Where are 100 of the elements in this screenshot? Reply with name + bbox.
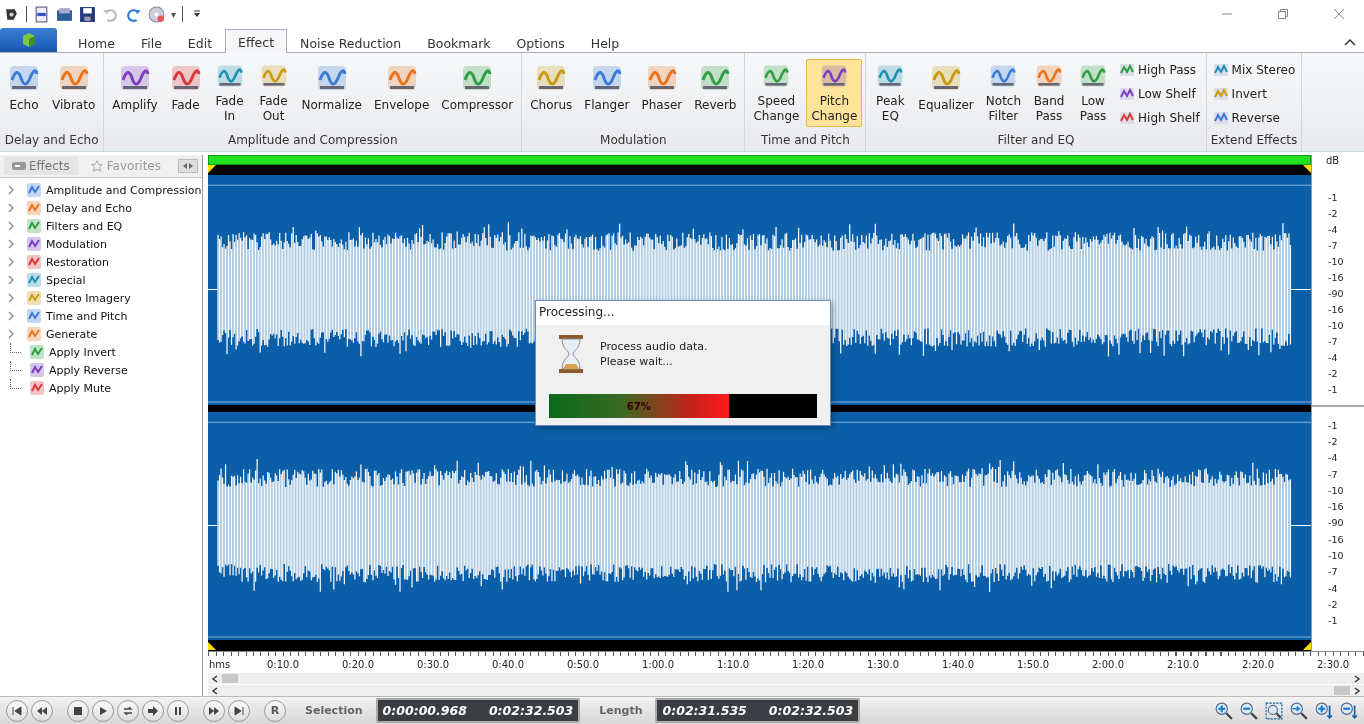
tree-item[interactable]: Filters and EQ: [46, 219, 123, 233]
close-icon[interactable]: [1333, 8, 1345, 20]
ribbon-button[interactable]: Normalize: [296, 59, 367, 127]
ribbon-button[interactable]: High Pass: [1116, 59, 1203, 81]
ribbon-button[interactable]: Low Pass: [1072, 59, 1115, 127]
time-label: 0:20.0: [342, 659, 375, 673]
new-file-icon[interactable]: [33, 5, 50, 23]
ribbon-button[interactable]: Chorus: [525, 59, 578, 127]
go-to-end-button[interactable]: [228, 699, 250, 722]
restore-icon[interactable]: [1277, 8, 1289, 20]
ribbon-button[interactable]: Flanger: [579, 59, 635, 127]
open-folder-icon[interactable]: [56, 5, 73, 23]
ribbon-tab[interactable]: Options: [503, 30, 578, 53]
db-label: -4: [1328, 351, 1339, 363]
rewind-button[interactable]: [31, 699, 53, 722]
ribbon-button[interactable]: Reverse: [1209, 107, 1299, 129]
record-button[interactable]: R: [264, 699, 286, 722]
ribbon-tab[interactable]: File: [127, 30, 175, 53]
zoom-fit-icon[interactable]: [1290, 701, 1308, 720]
arrow-right-icon: [148, 705, 158, 716]
effect-icon: [1119, 110, 1136, 126]
ribbon-button[interactable]: Pitch Change: [806, 59, 863, 127]
ribbon-tab[interactable]: Home: [65, 30, 128, 53]
time-label: 0:40.0: [492, 659, 525, 673]
vertical-zoom-in-icon[interactable]: [1315, 701, 1333, 720]
tree-item[interactable]: Apply Invert: [49, 345, 116, 359]
ribbon-button[interactable]: High Shelf: [1116, 107, 1203, 129]
ribbon-button[interactable]: Invert: [1209, 83, 1299, 105]
ribbon-button[interactable]: Band Pass: [1028, 59, 1071, 127]
ribbon-button[interactable]: Fade In: [208, 59, 251, 127]
ribbon-tab[interactable]: Noise Reduction: [287, 30, 415, 53]
vertical-zoom-out-icon[interactable]: [1340, 701, 1358, 720]
db-label: -7: [1328, 566, 1339, 578]
play-button[interactable]: [92, 699, 114, 722]
star-icon: [89, 160, 104, 172]
tree-item[interactable]: Apply Reverse: [49, 363, 128, 377]
tree-item[interactable]: Restoration: [46, 255, 110, 269]
panel-scroll-button[interactable]: [178, 159, 198, 173]
ribbon-tab[interactable]: Help: [577, 30, 633, 53]
play-selection-button[interactable]: [142, 699, 164, 722]
horizontal-scrollbar[interactable]: [208, 672, 1364, 685]
ribbon-tab[interactable]: Edit: [174, 30, 226, 53]
ribbon-button[interactable]: Echo: [3, 59, 45, 127]
zoom-selection-icon[interactable]: [1265, 701, 1283, 720]
horizontal-scrollbar[interactable]: [208, 684, 1364, 696]
db-label: -2: [1328, 435, 1339, 447]
ribbon-button[interactable]: Equalizer: [913, 59, 979, 127]
ribbon-button[interactable]: Mix Stereo: [1209, 59, 1299, 81]
waveform[interactable]: [208, 412, 1311, 640]
go-to-start-button[interactable]: [6, 699, 28, 722]
panel-tab[interactable]: Effects: [4, 157, 78, 175]
scroll-thumb[interactable]: [1334, 686, 1350, 695]
zoom-in-icon[interactable]: [1215, 701, 1233, 720]
collapse-ribbon-icon[interactable]: [1344, 38, 1356, 46]
ribbon-tab[interactable]: Effect: [225, 29, 288, 53]
ribbon-button[interactable]: Peak EQ: [869, 59, 912, 127]
group-label: Modulation: [599, 133, 668, 149]
dropdown-arrow[interactable]: ▾: [171, 8, 177, 20]
pause-button[interactable]: [167, 699, 189, 722]
ribbon-button[interactable]: Compressor: [436, 59, 519, 127]
tree-item[interactable]: Generate: [46, 327, 98, 341]
ribbon-button[interactable]: Notch Filter: [980, 59, 1027, 127]
effect-icon: [26, 236, 42, 252]
group-label: Extend Effects: [1209, 133, 1299, 149]
db-label: -16: [1328, 501, 1345, 513]
ribbon-tab[interactable]: Bookmark: [414, 30, 504, 53]
fast-forward-button[interactable]: [203, 699, 225, 722]
scroll-thumb[interactable]: [222, 674, 238, 684]
ribbon-button[interactable]: Fade Out: [252, 59, 295, 127]
time-label: 1:40.0: [942, 659, 975, 673]
db-label: -4: [1328, 582, 1339, 594]
tree-item[interactable]: Delay and Echo: [46, 201, 132, 215]
tree-item[interactable]: Modulation: [46, 237, 108, 251]
ribbon-button[interactable]: Amplify: [107, 59, 163, 127]
ribbon-button[interactable]: Reverb: [689, 59, 742, 127]
ribbon-button[interactable]: Envelope: [369, 59, 435, 127]
tree-item[interactable]: Time and Pitch: [46, 309, 128, 323]
time-label: 1:50.0: [1017, 659, 1050, 673]
effect-icon: [26, 182, 42, 198]
zoom-out-icon[interactable]: [1240, 701, 1258, 720]
stop-button[interactable]: [67, 699, 89, 722]
disc-icon[interactable]: [148, 5, 165, 23]
effect-icon: [26, 290, 42, 306]
ribbon-button[interactable]: Low Shelf: [1116, 83, 1203, 105]
ribbon-button[interactable]: Speed Change: [748, 59, 805, 127]
application-menu-button[interactable]: [0, 28, 57, 52]
tree-item[interactable]: Stereo Imagery: [46, 291, 131, 305]
skip-back-icon: [12, 705, 22, 716]
tree-item[interactable]: Special: [46, 273, 86, 287]
ribbon-button[interactable]: Fade: [164, 59, 207, 127]
effect-icon: [26, 200, 42, 216]
loop-icon: [123, 705, 133, 716]
ribbon-button[interactable]: Phaser: [636, 59, 688, 127]
ribbon-button[interactable]: Vibrato: [47, 59, 101, 127]
tree-item[interactable]: Amplitude and Compression: [46, 183, 202, 197]
db-label: -1: [1328, 383, 1339, 395]
progress-percent: 67%: [626, 400, 651, 412]
save-icon[interactable]: [79, 5, 96, 23]
tree-item[interactable]: Apply Mute: [49, 381, 112, 395]
loop-button[interactable]: [117, 699, 139, 722]
